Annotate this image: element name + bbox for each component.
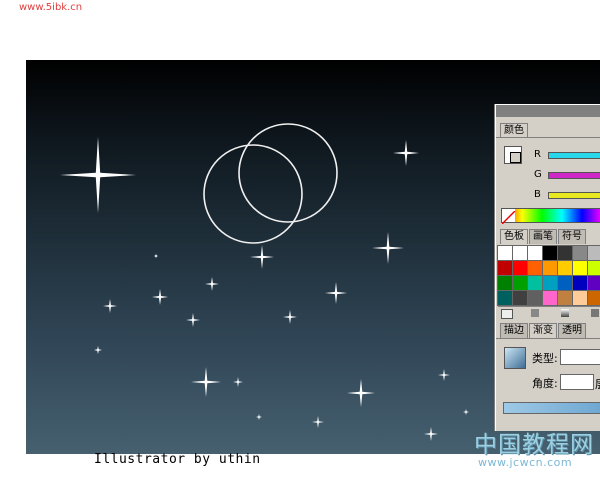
- swatch-cell[interactable]: [572, 245, 588, 261]
- star-sparkle: [312, 416, 324, 428]
- swatch-cell[interactable]: [527, 245, 543, 261]
- artwork-caption: Illustrator by uthin: [94, 452, 261, 467]
- star-sparkle: [152, 289, 168, 305]
- none-swatch-icon[interactable]: [501, 209, 516, 225]
- tab-transparency[interactable]: 透明: [558, 323, 586, 338]
- gradient-section: 类型: 角度: 层: [496, 338, 600, 432]
- pattern-swatch-view-icon[interactable]: [591, 309, 599, 317]
- swatch-cell[interactable]: [542, 260, 558, 276]
- tab-symbols-label: 符号: [562, 231, 582, 242]
- panel-title-bar[interactable]: [496, 105, 600, 117]
- swatch-cell[interactable]: [557, 260, 573, 276]
- star-sparkle: [60, 137, 136, 213]
- star-sparkle: [186, 313, 200, 327]
- star-sparkle: [372, 232, 404, 264]
- tab-color[interactable]: 颜色: [500, 123, 528, 138]
- swatch-cell[interactable]: [527, 290, 543, 306]
- slider-b-label: B: [534, 189, 541, 200]
- gradient-preview-swatch[interactable]: [504, 347, 526, 369]
- color-gradient-palette-panel[interactable]: 颜色 R G B 色板 画笔 符号 描边 渐变 透明 类型: 角度:: [495, 104, 600, 431]
- gradient-slider-bar[interactable]: [503, 402, 600, 414]
- star-sparkle: [256, 414, 262, 420]
- slider-g-bar: [548, 172, 600, 179]
- tab-stroke[interactable]: 描边: [500, 323, 528, 338]
- color-section: R G B: [496, 137, 600, 225]
- tab-swatches-label: 色板: [504, 231, 524, 242]
- tab-brushes[interactable]: 画笔: [529, 229, 557, 244]
- swatch-cell[interactable]: [572, 290, 588, 306]
- swatch-cell[interactable]: [557, 275, 573, 291]
- star-sparkle: [347, 379, 375, 407]
- star-sparkle: [325, 282, 347, 304]
- swatch-cell[interactable]: [512, 260, 528, 276]
- ring-right: [238, 123, 338, 223]
- swatch-cell[interactable]: [497, 275, 513, 291]
- swatch-cell[interactable]: [512, 290, 528, 306]
- tab-symbols[interactable]: 符号: [558, 229, 586, 244]
- gradient-angle-label: 角度:: [532, 377, 558, 390]
- slider-g-label: G: [534, 169, 542, 180]
- star-sparkle: [233, 377, 243, 387]
- site-watermark: www.5ibk.cn: [19, 2, 83, 13]
- star-sparkle: [94, 346, 102, 354]
- site-logo-text: 中国教程网: [474, 432, 594, 458]
- tab-stroke-label: 描边: [504, 325, 524, 336]
- tab-gradient[interactable]: 渐变: [529, 323, 557, 338]
- star-sparkle: [283, 310, 297, 324]
- swatch-cell[interactable]: [542, 275, 558, 291]
- tab-brushes-label: 画笔: [533, 231, 553, 242]
- star-sparkle: [424, 427, 438, 441]
- swatch-cell[interactable]: [587, 275, 600, 291]
- swatch-cell[interactable]: [542, 245, 558, 261]
- star-sparkle: [205, 277, 219, 291]
- tab-color-label: 颜色: [504, 125, 524, 136]
- gradient-type-label: 类型:: [532, 352, 558, 365]
- show-swatch-kinds-icon[interactable]: [501, 309, 513, 319]
- swatch-cell[interactable]: [527, 275, 543, 291]
- swatch-cell[interactable]: [587, 290, 600, 306]
- color-swatch-view-icon[interactable]: [531, 309, 539, 317]
- swatch-cell[interactable]: [497, 245, 513, 261]
- swatch-cell[interactable]: [497, 290, 513, 306]
- slider-r-bar: [548, 152, 600, 159]
- star-sparkle: [103, 299, 117, 313]
- swatch-grid: [497, 245, 600, 306]
- star-sparkle: [250, 245, 274, 269]
- swatch-cell[interactable]: [542, 290, 558, 306]
- tab-transparency-label: 透明: [562, 325, 582, 336]
- star-sparkle: [154, 254, 158, 258]
- swatch-cell[interactable]: [512, 275, 528, 291]
- site-logo-url: www.jcwcn.com: [478, 456, 573, 469]
- swatch-toolbar: [498, 306, 600, 319]
- swatch-cell[interactable]: [587, 260, 600, 276]
- star-sparkle: [393, 140, 419, 166]
- gradient-swatch-view-icon[interactable]: [561, 309, 569, 317]
- swatch-cell[interactable]: [572, 260, 588, 276]
- star-sparkle: [191, 367, 221, 397]
- tab-gradient-label: 渐变: [533, 325, 553, 336]
- color-spectrum-bar[interactable]: [501, 208, 600, 225]
- gradient-type-select[interactable]: [560, 349, 600, 365]
- swatch-cell[interactable]: [587, 245, 600, 261]
- swatch-cell[interactable]: [557, 290, 573, 306]
- gradient-angle-input[interactable]: [560, 374, 594, 390]
- tab-swatches[interactable]: 色板: [500, 229, 528, 244]
- fill-stroke-icon[interactable]: [504, 146, 522, 164]
- swatch-cell[interactable]: [527, 260, 543, 276]
- ring-left: [203, 144, 303, 244]
- swatch-cell[interactable]: [512, 245, 528, 261]
- gradient-extra-label: 层: [595, 376, 600, 392]
- star-sparkle: [463, 409, 469, 415]
- slider-b-bar: [548, 192, 600, 199]
- slider-r-label: R: [534, 149, 541, 160]
- swatch-cell[interactable]: [557, 245, 573, 261]
- swatch-cell[interactable]: [497, 260, 513, 276]
- star-sparkle: [438, 369, 450, 381]
- swatch-cell[interactable]: [572, 275, 588, 291]
